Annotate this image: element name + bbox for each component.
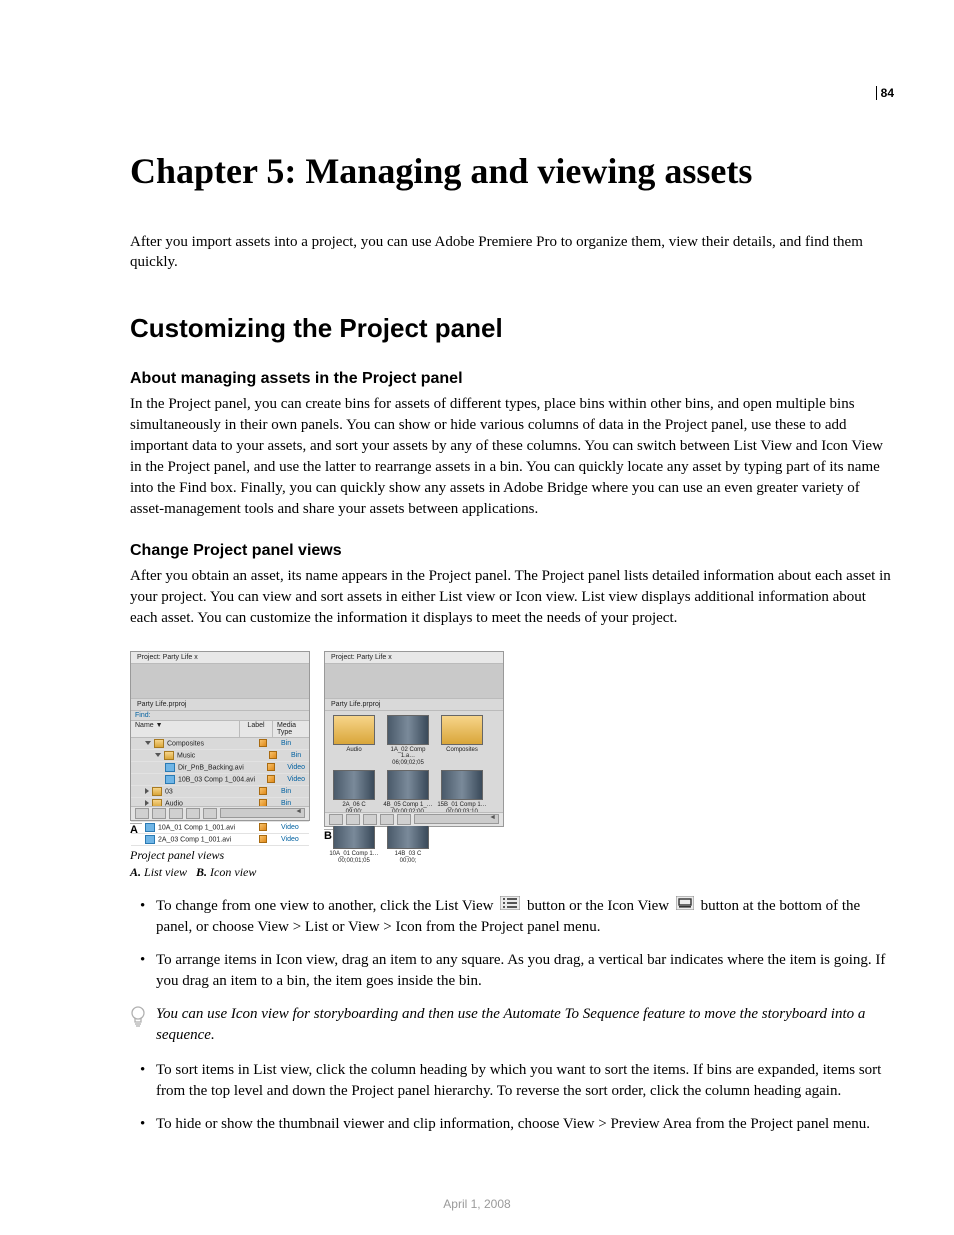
figure-panel-icon-view: Project: Party Life x Party Life.prproj … xyxy=(324,651,504,827)
list-header: Name ▼ Label Media Type xyxy=(131,721,309,738)
bullet-list: To change from one view to another, clic… xyxy=(130,896,894,992)
automate-icon xyxy=(169,808,183,819)
key-a-label: A. xyxy=(130,865,141,879)
bullet-list-2: To sort items in List view, click the co… xyxy=(130,1060,894,1135)
scrollbar xyxy=(414,814,499,824)
bullet-1: To change from one view to another, clic… xyxy=(130,896,894,938)
list-row: Dir_PnB_Backing.aviVideo xyxy=(131,762,309,774)
section-heading: Customizing the Project panel xyxy=(130,313,894,344)
list-view-button-icon xyxy=(500,896,520,917)
figure-panel-b-wrap: Project: Party Life x Party Life.prproj … xyxy=(324,651,504,842)
figure-panel-list-view: Project: Party Life x Party Life.prproj … xyxy=(130,651,310,821)
find-icon xyxy=(380,814,394,825)
page-number: 84 xyxy=(876,84,894,102)
footer-date: April 1, 2008 xyxy=(0,1197,954,1211)
list-row: 03Bin xyxy=(131,786,309,798)
page-number-text: 84 xyxy=(876,86,894,100)
panel-footer xyxy=(325,812,503,826)
icon-cell: 2A_06 C09;00; xyxy=(329,770,379,815)
icon-cell: 4B_05 Comp 1_…00;00;02;00 xyxy=(383,770,433,815)
list-view-icon xyxy=(135,808,149,819)
lightbulb-icon xyxy=(130,1006,146,1028)
panel-footer xyxy=(131,806,309,820)
subsection-heading-2: Change Project panel views xyxy=(130,542,894,560)
bullet-1-b: button or the Icon View xyxy=(527,898,673,914)
scrollbar xyxy=(220,808,305,818)
list-row: 10A_01 Comp 1_001.aviVideo xyxy=(131,822,309,834)
chapter-title: Chapter 5: Managing and viewing assets xyxy=(130,150,894,192)
figure-key: A. List view B. Icon view xyxy=(130,865,894,880)
figure-panel-a-wrap: Project: Party Life x Party Life.prproj … xyxy=(130,651,310,842)
list-row: 10B_03 Comp 1_004.aviVideo xyxy=(131,774,309,786)
find-label: Find: xyxy=(131,711,309,721)
automate-icon xyxy=(363,814,377,825)
icon-view-icon xyxy=(346,814,360,825)
list-row: CompositesBin xyxy=(131,738,309,750)
panel-tab: Project: Party Life x xyxy=(131,652,309,664)
project-name: Party Life.prproj xyxy=(325,699,503,711)
icon-cell: Composites xyxy=(437,715,487,767)
key-a-value: List view xyxy=(144,865,187,879)
icon-cell: 1A_02 Comp 1.a…06;09;02;05 xyxy=(383,715,433,767)
icon-view-button-icon xyxy=(676,896,694,917)
new-bin-icon xyxy=(397,814,411,825)
bullet-1-a: To change from one view to another, clic… xyxy=(156,898,497,914)
icon-grid: Audio1A_02 Comp 1.a…06;09;02;05Composite… xyxy=(325,711,503,869)
key-b-label: B. xyxy=(196,865,207,879)
list-rows: CompositesBinMusicBinDir_PnB_Backing.avi… xyxy=(131,738,309,846)
bullet-4: To hide or show the thumbnail viewer and… xyxy=(130,1114,894,1135)
figure: Project: Party Life x Party Life.prproj … xyxy=(130,651,894,842)
icon-cell: 15B_01 Comp 1…00;00;03;10 xyxy=(437,770,487,815)
new-bin-icon xyxy=(203,808,217,819)
bullet-2: To arrange items in Icon view, drag an i… xyxy=(130,950,894,992)
figure-caption: Project panel views xyxy=(130,848,894,863)
icon-cell: 10A_01 Comp 1…00;00;01;05 xyxy=(329,819,379,864)
panel-tab: Project: Party Life x xyxy=(325,652,503,664)
tip-text: You can use Icon view for storyboarding … xyxy=(156,1006,865,1043)
tip: You can use Icon view for storyboarding … xyxy=(130,1004,894,1046)
subsection-body-2: After you obtain an asset, its name appe… xyxy=(130,566,894,629)
list-row: 2A_03 Comp 1_001.aviVideo xyxy=(131,834,309,846)
panel-preview-area xyxy=(131,664,309,699)
subsection-heading-1: About managing assets in the Project pan… xyxy=(130,370,894,388)
bullet-3: To sort items in List view, click the co… xyxy=(130,1060,894,1102)
col-name: Name ▼ xyxy=(131,721,240,737)
project-name: Party Life.prproj xyxy=(131,699,309,711)
icon-cell: Audio xyxy=(329,715,379,767)
find-icon xyxy=(186,808,200,819)
page: 84 Chapter 5: Managing and viewing asset… xyxy=(0,0,954,1235)
icon-cell: 14B_03 C00;00; xyxy=(383,819,433,864)
col-media-type: Media Type xyxy=(273,721,309,737)
icon-view-icon xyxy=(152,808,166,819)
list-view-icon xyxy=(329,814,343,825)
list-row: MusicBin xyxy=(131,750,309,762)
key-b-value: Icon view xyxy=(210,865,256,879)
subsection-body-1: In the Project panel, you can create bin… xyxy=(130,394,894,520)
col-label: Label xyxy=(240,721,273,737)
chapter-intro: After you import assets into a project, … xyxy=(130,232,894,273)
panel-preview-area xyxy=(325,664,503,699)
